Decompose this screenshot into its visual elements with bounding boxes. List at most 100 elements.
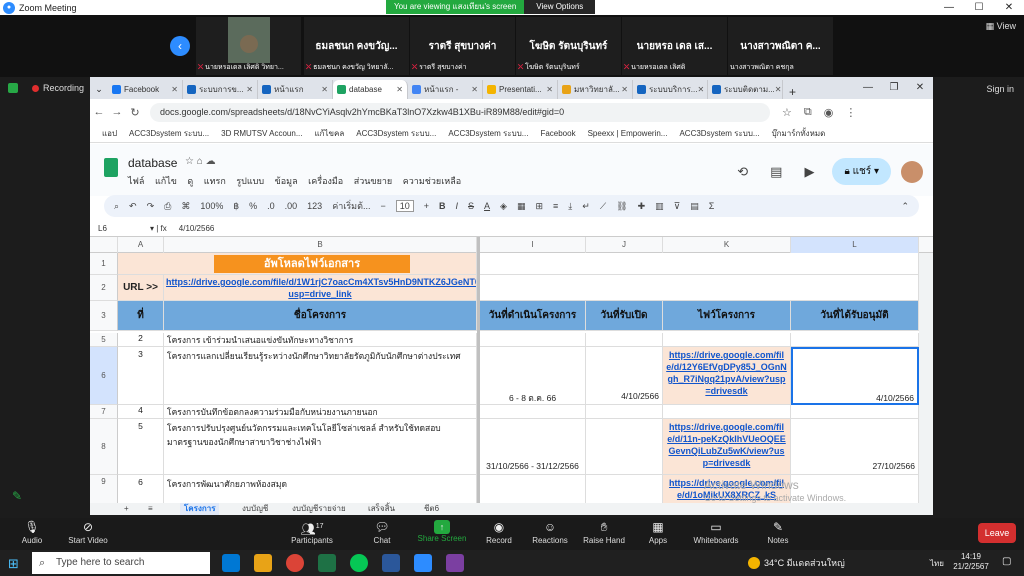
cell-no[interactable]: 5 — [118, 419, 164, 475]
cell-no[interactable]: 2 — [118, 333, 164, 347]
bookmark-item[interactable]: 3D RMUTSV Accoun... — [221, 129, 302, 138]
url-input[interactable]: docs.google.com/spreadsheets/d/18NvCYiAs… — [150, 102, 770, 122]
row-header[interactable]: 2 — [90, 275, 118, 301]
menu-view[interactable]: ดู — [187, 176, 193, 186]
bookmark-item[interactable]: ACC3Dsystem ระบบ... — [129, 127, 209, 140]
whiteboards-button[interactable]: ▭ Whiteboards — [686, 518, 746, 545]
menu-icon[interactable]: ⋮ — [845, 106, 856, 119]
valign-icon[interactable]: ⤓ — [568, 201, 572, 212]
document-title[interactable]: database — [128, 156, 177, 170]
column-header[interactable]: B — [164, 237, 477, 253]
row-header[interactable]: 3 — [90, 301, 118, 331]
menu-extensions[interactable]: ส่วนขยาย — [354, 176, 392, 186]
annotate-pencil-icon[interactable]: ✎ — [12, 489, 22, 503]
close-tab-icon[interactable]: ✕ — [471, 85, 478, 94]
bookmark-item[interactable]: Facebook — [540, 129, 575, 138]
cell-project-name[interactable]: โครงการแลกเปลี่ยนเรียนรู้ระหว่างนักศึกษา… — [164, 347, 477, 405]
view-button[interactable]: ▦ View — [986, 21, 1016, 32]
column-header[interactable]: I — [480, 237, 586, 253]
cell-no[interactable]: 3 — [118, 347, 164, 405]
cell-date-approve-selected[interactable]: 4/10/2566 — [791, 347, 919, 405]
comment-icon[interactable]: ✚ — [638, 201, 646, 212]
share-screen-button[interactable]: ↑ Share Screen — [412, 518, 472, 543]
corner-cell[interactable] — [90, 237, 118, 253]
empty-cell[interactable] — [480, 275, 919, 301]
avatar[interactable] — [901, 160, 923, 183]
move-folder-icon[interactable]: ⌂ — [197, 156, 203, 167]
cell-project-name[interactable]: โครงการปรับปรุงศูนย์นวัตกรรมและเทคโนโลยี… — [164, 419, 477, 475]
line-icon[interactable] — [350, 554, 368, 572]
browser-tab[interactable]: ระบบติดตาม... ✕ — [708, 80, 783, 99]
cell-date-run[interactable]: 6 - 8 ต.ค. 66 — [480, 347, 586, 405]
header-date-run[interactable]: วันที่ดำเนินโครงการ — [480, 301, 586, 331]
text-color-icon[interactable]: A — [484, 201, 490, 211]
participant-tile[interactable]: ราตรี สุขบางค่า ⛌ ราตรี สุขบางค่า — [410, 17, 515, 75]
font-size-increase-icon[interactable]: + — [424, 201, 429, 211]
header-no[interactable]: ที่ — [118, 301, 164, 331]
sheet-tab[interactable]: งบบัญชีรายจ่าย — [292, 503, 346, 515]
app-icon[interactable] — [446, 554, 464, 572]
participant-tile[interactable]: นายหรอ เดล เส... ⛌ นายหรอเดล เลิศดิ — [622, 17, 727, 75]
menu-insert[interactable]: แทรก — [204, 176, 226, 186]
edge-icon[interactable] — [222, 554, 240, 572]
cell-no[interactable]: 6 — [118, 475, 164, 503]
audio-button[interactable]: 🎙︎ Audio — [2, 518, 62, 545]
cell-date-open[interactable] — [586, 419, 663, 475]
close-tab-icon[interactable]: ✕ — [697, 85, 704, 94]
cell-date-approve[interactable] — [791, 333, 919, 347]
taskbar-search-input[interactable]: ⌕ Type here to search — [32, 552, 210, 574]
header-project-file[interactable]: ไฟว์โครงการ — [663, 301, 791, 331]
chrome-icon[interactable] — [286, 554, 304, 572]
maximize-icon[interactable]: ☐ — [964, 0, 994, 15]
cell-project-name[interactable]: โครงการ เข้าร่วมนำเสนอแข่งขันทักษะทางวิช… — [164, 333, 477, 347]
merge-icon[interactable]: ⊞ — [535, 201, 543, 212]
view-options-button[interactable]: View Options — [524, 0, 596, 14]
undo-icon[interactable]: ↶ — [129, 201, 137, 212]
close-icon[interactable]: ✕ — [994, 0, 1024, 15]
menu-data[interactable]: ข้อมูล — [275, 176, 298, 186]
browser-tab-active[interactable]: database ✕ — [333, 80, 408, 99]
align-icon[interactable]: ≡ — [553, 201, 558, 211]
link-icon[interactable]: ⛓ — [616, 201, 627, 212]
vertical-scrollbar[interactable] — [919, 253, 933, 503]
column-header[interactable]: J — [586, 237, 663, 253]
paint-format-icon[interactable]: ⌘ — [181, 201, 190, 212]
header-date-approve[interactable]: วันที่ได้รับอนุมัติ — [791, 301, 919, 331]
participant-tile[interactable]: ⛌ นายหรอเดล เลิศดิ วิทยา... — [196, 17, 301, 75]
bookmark-item[interactable]: Speexx | Empowerin... — [588, 129, 668, 138]
new-tab-button[interactable]: + — [789, 85, 796, 99]
formula-input[interactable]: 4/10/2566 — [179, 224, 215, 233]
cell-date-open[interactable] — [586, 405, 663, 419]
start-video-button[interactable]: ⊘ Start Video — [58, 518, 118, 545]
sheet-tab[interactable]: งบบัญชี — [242, 503, 268, 515]
back-icon[interactable]: ← — [90, 106, 108, 118]
cell-date-approve[interactable]: 27/10/2566 — [791, 419, 919, 475]
word-icon[interactable] — [382, 554, 400, 572]
close-tab-icon[interactable]: ✕ — [321, 85, 328, 94]
browser-tab[interactable]: มหาวิทยาลั... ✕ — [558, 80, 633, 99]
row-header-selected[interactable]: 6 — [90, 347, 118, 405]
header-project-name[interactable]: ชื่อโครงการ — [164, 301, 477, 331]
minimize-icon[interactable]: — — [934, 0, 964, 15]
menu-tools[interactable]: เครื่องมือ — [308, 176, 343, 186]
print-icon[interactable]: ⎙ — [164, 201, 171, 212]
bookmark-item[interactable]: แก้ไขคล — [315, 127, 345, 140]
cell-date-open[interactable] — [586, 333, 663, 347]
profile-icon[interactable]: ◉ — [824, 106, 834, 119]
browser-minimize-icon[interactable]: — — [855, 77, 881, 99]
menu-file[interactable]: ไฟล์ — [128, 176, 144, 186]
browser-tab[interactable]: หน้าแรก ✕ — [258, 80, 333, 99]
raise-hand-button[interactable]: ✋︎ Raise Hand — [574, 518, 634, 545]
cell-date-run[interactable] — [480, 405, 586, 419]
input-language[interactable]: ไทย — [930, 557, 944, 570]
participant-tile[interactable]: ธมลชนก คงขวัญ... ⛌ ธมลชนก คงขวัญ วิทยาลั… — [304, 17, 409, 75]
decimal-decrease-icon[interactable]: .0 — [267, 201, 275, 211]
participant-tile[interactable]: โฆษิต รัตนบุรินทร์ ⛌ โฆษิต รัตนบุรินทร์ — [516, 17, 621, 75]
cell-date-open[interactable]: 4/10/2566 — [586, 347, 663, 405]
close-tab-icon[interactable]: ✕ — [246, 85, 253, 94]
sheet-tab[interactable]: ชีต6 — [424, 503, 439, 515]
cell-project-file[interactable] — [663, 333, 791, 347]
sheet-tab-active[interactable]: โครงการ — [180, 503, 220, 515]
clock[interactable]: 14:19 21/2/2567 — [952, 552, 990, 572]
cell-date-run[interactable] — [480, 475, 586, 503]
